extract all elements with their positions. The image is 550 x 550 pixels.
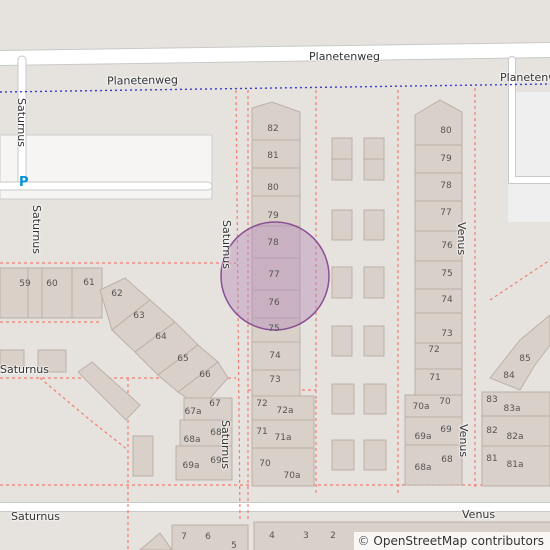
house-number: 79 <box>267 211 279 221</box>
house-number: 81 <box>267 151 279 161</box>
house-number: 80 <box>440 126 452 136</box>
street-label-planetenweg-path-right: Planetenweg <box>500 71 550 84</box>
house-number: 81 <box>486 454 498 464</box>
house-number: 67a <box>184 407 202 417</box>
house-number: 83 <box>486 395 498 405</box>
house-number: 83a <box>503 404 521 414</box>
map-attribution[interactable]: © OpenStreetMap contributors <box>353 532 550 550</box>
house-number: 68 <box>210 428 222 438</box>
map-canvas[interactable]: Planetenweg Planetenweg Planetenweg Satu… <box>0 0 550 550</box>
house-number: 77 <box>268 270 280 280</box>
house-number: 70a <box>283 471 301 481</box>
house-number: 61 <box>83 278 95 288</box>
house-number: 82 <box>486 426 498 436</box>
house-number: 74 <box>269 351 281 361</box>
house-number: 68a <box>414 463 432 473</box>
street-label-saturnus-mid-left: Saturnus <box>0 363 50 376</box>
house-number: 71 <box>429 373 441 383</box>
house-number: 63 <box>133 311 145 321</box>
house-number: 69a <box>414 432 432 442</box>
house-number: 71 <box>256 427 268 437</box>
house-number: 77 <box>440 208 452 218</box>
house-number: 78 <box>267 238 279 248</box>
street-label-saturnus-bottom: Saturnus <box>11 510 61 523</box>
house-number: 84 <box>503 371 515 381</box>
house-number: 85 <box>519 354 531 364</box>
house-number: 62 <box>111 289 123 299</box>
house-number: 5 <box>231 541 237 550</box>
house-number: 74 <box>441 295 453 305</box>
street-label-saturnus-left-lower: Saturnus <box>30 205 43 255</box>
street-label-venus-right: Venus <box>455 222 468 256</box>
house-number: 69 <box>210 456 222 466</box>
house-number: 60 <box>46 279 58 289</box>
house-number: 81a <box>506 460 524 470</box>
house-number: 79 <box>440 154 452 164</box>
street-label-venus-lower: Venus <box>457 424 470 458</box>
house-number: 82 <box>267 124 279 134</box>
attribution-link[interactable]: OpenStreetMap contributors <box>373 534 544 548</box>
house-number: 82a <box>506 432 524 442</box>
house-number: 80 <box>267 183 279 193</box>
house-number: 68 <box>441 455 453 465</box>
house-number: 72 <box>428 345 440 355</box>
house-number: 7 <box>181 532 187 542</box>
house-number: 65 <box>177 354 189 364</box>
house-number: 76 <box>441 241 453 251</box>
parking-icon: P <box>19 175 29 190</box>
house-number: 64 <box>155 332 167 342</box>
house-number: 75 <box>441 269 453 279</box>
copyright-symbol: © <box>357 534 370 548</box>
street-label-saturnus-left: Saturnus <box>15 98 28 148</box>
house-number: 76 <box>268 298 280 308</box>
street-label-venus-bottom: Venus <box>462 508 496 521</box>
house-number: 70a <box>412 402 430 412</box>
house-number: 67 <box>209 399 221 409</box>
house-number: 72a <box>276 406 294 416</box>
house-number: 70 <box>439 397 451 407</box>
house-number: 4 <box>269 531 275 541</box>
house-number: 66 <box>199 370 211 380</box>
house-number: 72 <box>256 399 268 409</box>
house-number: 71a <box>274 433 292 443</box>
house-number: 69 <box>440 425 452 435</box>
street-label-planetenweg-path: Planetenweg <box>106 73 179 88</box>
house-number: 75 <box>268 324 280 334</box>
house-number: 73 <box>269 375 281 385</box>
house-number: 6 <box>205 532 211 542</box>
house-number: 73 <box>441 329 453 339</box>
house-number: 68a <box>183 435 201 445</box>
house-number: 2 <box>330 531 336 541</box>
street-label-saturnus-center: Saturnus <box>220 220 233 270</box>
street-label-planetenweg: Planetenweg <box>309 50 380 63</box>
house-number: 78 <box>440 181 452 191</box>
house-number: 3 <box>303 531 309 541</box>
house-number: 59 <box>19 279 31 289</box>
house-number: 69a <box>182 461 200 471</box>
house-number: 70 <box>259 459 271 469</box>
